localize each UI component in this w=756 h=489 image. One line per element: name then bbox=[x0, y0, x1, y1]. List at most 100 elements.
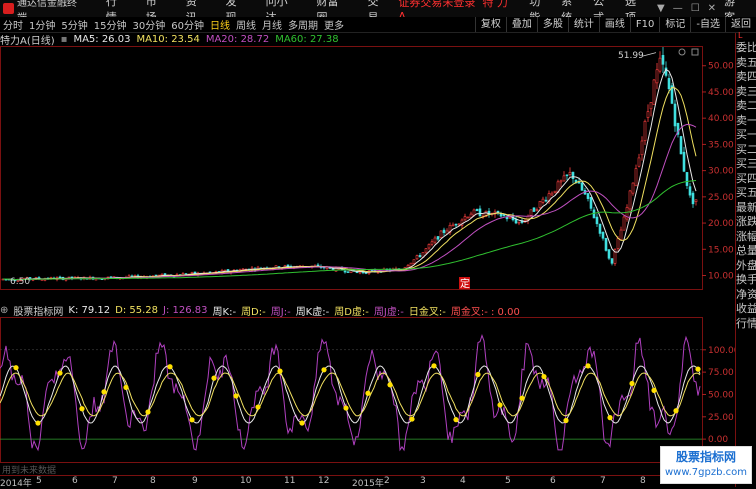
quote-label-11[interactable]: 最新 bbox=[736, 201, 756, 216]
cross-signal-dot bbox=[541, 373, 547, 380]
f10-button[interactable]: F10 bbox=[629, 17, 659, 32]
watermark-line2: www.7gpzb.com bbox=[665, 467, 747, 478]
candle-body bbox=[544, 199, 548, 202]
candle-body bbox=[580, 182, 584, 191]
y-tick-label: 0.00 bbox=[708, 435, 728, 445]
cross-signal-dot bbox=[299, 420, 305, 426]
menu-bar: 通达信金融终端 行情 市场 资讯 发现 问小达 财富圈 交易 证券交易未登录 特… bbox=[0, 0, 756, 24]
cross-signal-dot bbox=[35, 420, 41, 426]
quote-label-2[interactable]: 卖四 bbox=[736, 70, 756, 85]
settings-icon bbox=[678, 48, 686, 56]
period-multi[interactable]: 多周期 bbox=[288, 17, 318, 32]
period-monthly[interactable]: 月线 bbox=[262, 17, 282, 32]
restore-rights-button[interactable]: 复权 bbox=[474, 17, 506, 32]
kdj-indicator-chart[interactable]: 100.00 75.00 50.00 25.00 0.00 bbox=[0, 317, 735, 463]
y-tick-label: 35.00 bbox=[708, 140, 734, 150]
quote-label-9[interactable]: 买四 bbox=[736, 172, 756, 187]
period-weekly[interactable]: 周线 bbox=[236, 17, 256, 32]
quote-label-7[interactable]: 买二 bbox=[736, 143, 756, 158]
cross-signal-dot bbox=[101, 389, 107, 395]
candle-body bbox=[640, 140, 644, 156]
x-tick-label: 2 bbox=[384, 476, 390, 486]
cross-signal-dot bbox=[277, 368, 283, 374]
candle-body bbox=[679, 136, 683, 155]
minimize-icon[interactable]: — bbox=[673, 3, 683, 14]
candle-body bbox=[343, 270, 347, 273]
dropdown-icon[interactable]: ▼ bbox=[657, 3, 665, 14]
period-30min[interactable]: 30分钟 bbox=[132, 17, 165, 32]
close-icon[interactable]: ✕ bbox=[708, 3, 716, 14]
maximize-icon[interactable]: ☐ bbox=[691, 3, 700, 14]
multi-stock-button[interactable]: 多股 bbox=[536, 17, 568, 32]
candle-body bbox=[634, 168, 638, 187]
candle-body bbox=[643, 120, 647, 142]
quote-label-8[interactable]: 买三 bbox=[736, 157, 756, 172]
cross-signal-dot bbox=[343, 405, 349, 411]
y-tick-label: 10.00 bbox=[708, 272, 734, 282]
statistics-button[interactable]: 统计 bbox=[567, 17, 599, 32]
weekly-j: 周J:- bbox=[270, 307, 291, 318]
quote-label-4[interactable]: 卖二 bbox=[736, 99, 756, 114]
candle-body bbox=[415, 255, 419, 260]
panel-mark: L bbox=[738, 31, 743, 40]
cross-signal-dot bbox=[629, 380, 635, 387]
indicator-header: ⊕ 股票指标网 K: 79.12 D: 55.28 J: 126.83 周K:-… bbox=[0, 304, 525, 318]
maximize-chart-icon bbox=[691, 48, 699, 56]
watermark-line1: 股票指标网 bbox=[675, 450, 736, 464]
watchlist-button[interactable]: -自选 bbox=[690, 17, 725, 32]
candle-body bbox=[616, 238, 620, 249]
quote-label-5[interactable]: 卖一 bbox=[736, 114, 756, 129]
quote-label-13[interactable]: 涨幅 bbox=[736, 230, 756, 245]
period-toolbar: 分时 1分钟 5分钟 15分钟 30分钟 60分钟 日线 周线 月线 多周期 更… bbox=[0, 17, 756, 33]
future-data-hint: 用到未来数据 bbox=[2, 466, 57, 476]
back-button[interactable]: 返回 bbox=[725, 17, 756, 32]
candlestick-chart[interactable]: 50.00 45.00 40.00 35.00 30.00 25.00 20.00 15.00… bbox=[0, 46, 735, 290]
draw-line-button[interactable]: 画线 bbox=[598, 17, 630, 32]
quote-label-17[interactable]: 净资 bbox=[736, 288, 756, 303]
quote-label-1[interactable]: 卖五 bbox=[736, 56, 756, 71]
high-price-label: 51.99 bbox=[618, 51, 644, 61]
cross-signal-dot bbox=[211, 375, 217, 381]
indicator-title: 股票指标网 bbox=[13, 307, 64, 318]
candle-body bbox=[439, 230, 443, 238]
quote-label-16[interactable]: 换手 bbox=[736, 273, 756, 288]
x-tick-label: 6 bbox=[72, 476, 78, 486]
candle-body bbox=[601, 232, 605, 239]
x-tick-label: 2015年 bbox=[352, 479, 384, 489]
ma-expand-icon[interactable]: ▪ bbox=[61, 34, 68, 45]
period-more[interactable]: 更多 bbox=[324, 17, 344, 32]
period-1min[interactable]: 1分钟 bbox=[29, 17, 55, 32]
quote-label-0[interactable]: 委比 bbox=[736, 41, 756, 56]
candle-body bbox=[610, 258, 614, 264]
y-tick-label: 40.00 bbox=[708, 114, 734, 124]
cross-signal-dot bbox=[695, 366, 701, 372]
quote-label-15[interactable]: 外盘 bbox=[736, 259, 756, 274]
period-daily[interactable]: 日线 bbox=[210, 17, 230, 32]
candle-body bbox=[454, 223, 458, 226]
period-intraday[interactable]: 分时 bbox=[3, 17, 23, 32]
quote-label-14[interactable]: 总量 bbox=[736, 244, 756, 259]
candle-body bbox=[571, 171, 575, 180]
period-15min[interactable]: 15分钟 bbox=[94, 17, 127, 32]
candle-body bbox=[496, 210, 500, 213]
quote-label-6[interactable]: 买一 bbox=[736, 128, 756, 143]
candle-body bbox=[691, 192, 695, 205]
quote-label-3[interactable]: 卖三 bbox=[736, 85, 756, 100]
marker-label: 定 bbox=[460, 277, 470, 290]
quote-label-18[interactable]: 收益 bbox=[736, 302, 756, 317]
y-tick-label: 25.00 bbox=[708, 413, 734, 423]
quote-label-10[interactable]: 买五 bbox=[736, 186, 756, 201]
overlay-button[interactable]: 叠加 bbox=[505, 17, 537, 32]
indicator-settings-icon[interactable]: ⊕ bbox=[0, 305, 8, 316]
quote-label-12[interactable]: 涨跌 bbox=[736, 215, 756, 230]
y-tick-label: 15.00 bbox=[708, 245, 734, 255]
candle-body bbox=[529, 209, 533, 216]
candle-body bbox=[673, 103, 677, 127]
quote-label-23[interactable]: 行情 bbox=[736, 317, 756, 332]
daily-golden-cross: 日金叉:- bbox=[408, 307, 446, 318]
period-60min[interactable]: 60分钟 bbox=[171, 17, 204, 32]
candle-body bbox=[451, 224, 455, 227]
candle-body bbox=[553, 190, 557, 193]
period-5min[interactable]: 5分钟 bbox=[61, 17, 87, 32]
mark-button[interactable]: 标记 bbox=[659, 17, 690, 32]
